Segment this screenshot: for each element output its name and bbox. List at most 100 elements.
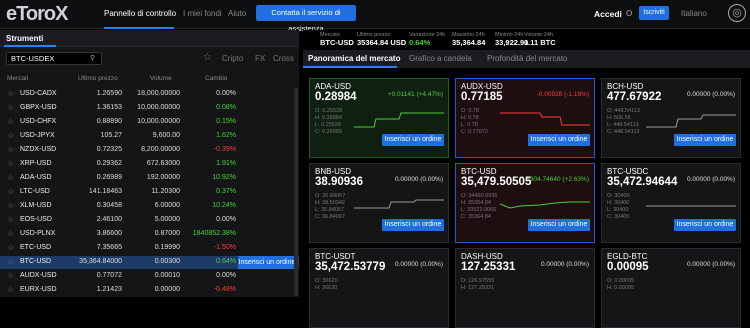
card-place-order-button[interactable]: Inserisci un ordine xyxy=(674,219,736,231)
contact-support-button[interactable]: Contatta il servizio di assistenza xyxy=(256,5,356,33)
market-symbol: ADA-USD xyxy=(20,174,52,181)
tab-candlestick[interactable]: Grafico a candela xyxy=(409,54,472,63)
col-change[interactable]: Cambio xyxy=(205,75,227,82)
search-input[interactable]: BTC-USDEX xyxy=(6,52,102,65)
market-row[interactable]: ☆ EOS-USD 2.46100 5.00000 0.00% xyxy=(0,214,299,227)
market-row[interactable]: ☆ LTC-USD 141.18463 11.20300 0.37% xyxy=(0,186,299,199)
market-card[interactable]: DASH-USD 127.25331 0.00000 (0.00%) O: 126.9… xyxy=(455,248,595,328)
market-row[interactable]: ☆ NZDX-USD 0.72325 8,200.00000 -0.39% xyxy=(0,144,299,157)
favorite-star-icon[interactable]: ☆ xyxy=(7,131,14,140)
market-card[interactable]: BNB-USD 38.90936 0.00000 (0.00%) O: 36.8406… xyxy=(309,163,449,243)
col-volume[interactable]: Volume xyxy=(150,75,172,82)
language-select[interactable]: Italiano xyxy=(681,9,707,18)
market-change: -1.50% xyxy=(213,244,236,251)
market-row[interactable]: ☆ USD-CADX 1.26590 18,000.00000 0.00% xyxy=(0,88,299,101)
favorite-star-icon[interactable]: ☆ xyxy=(7,103,14,112)
col-markets[interactable]: Mercati xyxy=(7,75,28,82)
nav-my-funds[interactable]: I miei fondi xyxy=(183,9,222,18)
card-stat: H: 127.25331 xyxy=(461,285,495,291)
favorite-star-icon[interactable]: ☆ xyxy=(7,285,14,294)
place-order-button[interactable]: Inserisci un ordine xyxy=(238,256,296,269)
market-row[interactable]: ☆ USD-JPYX 105.27 9,600.00 1.62% xyxy=(0,130,299,143)
market-row[interactable]: ☆ BTC-USD 35,364.84000 0.00300 0.64% Inserisc… xyxy=(0,256,299,269)
ticker-market: BTC-USD xyxy=(320,38,354,47)
card-place-order-button[interactable]: Inserisci un ordine xyxy=(382,134,444,146)
market-row[interactable]: ☆ GBPX-USD 1.36153 10,000.00000 0.08% xyxy=(0,102,299,115)
market-row[interactable]: ☆ USD-PLNX 3.86600 0.87000 1840852.38% xyxy=(0,228,299,241)
card-stat: O: 126.97555 xyxy=(461,278,495,284)
card-stat: O: 0.00095 xyxy=(607,278,635,284)
favorite-star-icon[interactable]: ☆ xyxy=(7,117,14,126)
market-volume: 9,600.00 xyxy=(152,132,180,139)
col-last-price[interactable]: Ultimo prezzo xyxy=(78,75,118,82)
card-place-order-button[interactable]: Inserisci un ordine xyxy=(382,219,444,231)
nav-dashboard[interactable]: Pannello di controllo xyxy=(104,9,176,18)
market-change: 0.00% xyxy=(216,216,236,223)
card-stat: L: 30400 xyxy=(607,207,629,213)
market-row[interactable]: ☆ XLM-USD 0.30458 6.00000 10.24% xyxy=(0,200,299,213)
favorite-star-icon[interactable]: ☆ xyxy=(7,145,14,154)
instruments-header: Strumenti xyxy=(0,30,299,47)
market-volume: 0.00010 xyxy=(154,272,180,279)
favorite-star-icon[interactable]: ☆ xyxy=(7,187,14,196)
tab-crypto[interactable]: Cripto xyxy=(222,54,243,63)
tab-fx[interactable]: FX xyxy=(255,54,265,63)
market-row[interactable]: ☆ AUDX-USD 0.77072 0.00010 0.00% xyxy=(0,270,299,283)
favorites-star-icon[interactable]: ☆ xyxy=(203,52,212,63)
market-symbol: XRP-USD xyxy=(20,160,52,167)
favorite-star-icon[interactable]: ☆ xyxy=(7,159,14,168)
search-icon[interactable]: ⚲ xyxy=(90,54,95,62)
favorite-star-icon[interactable]: ☆ xyxy=(7,271,14,280)
market-change: 0.15% xyxy=(216,118,236,125)
favorite-star-icon[interactable]: ☆ xyxy=(7,257,14,266)
market-card[interactable]: EGLD-BTC 0.00095 0.00000 (0.00%) O: 0.00095… xyxy=(601,248,741,328)
signup-button[interactable]: Iscriviti xyxy=(639,6,669,20)
etoro-logo[interactable]: eToroX xyxy=(6,3,68,26)
favorite-star-icon[interactable]: ☆ xyxy=(7,201,14,210)
instruments-panel: Strumenti BTC-USDEX ⚲ ☆ Cripto FX Cross … xyxy=(0,30,299,297)
market-row[interactable]: ☆ ETC-USD 7.35665 0.19990 -1.50% xyxy=(0,242,299,255)
tab-market-overview[interactable]: Panoramica del mercato xyxy=(308,54,400,63)
card-stat: H: 38.50342 xyxy=(315,200,345,206)
card-place-order-button[interactable]: Inserisci un ordine xyxy=(528,134,590,146)
globe-icon[interactable]: ◎ xyxy=(728,4,746,22)
market-change: -0.39% xyxy=(213,146,236,153)
favorite-star-icon[interactable]: ☆ xyxy=(7,243,14,252)
market-volume: 0.00000 xyxy=(154,286,180,293)
markets-scrollbar[interactable] xyxy=(294,88,298,296)
card-stat: H: 36620 xyxy=(315,285,338,291)
market-card[interactable]: BCH-USD 477.67922 0.00000 (0.00%) O: 448.54… xyxy=(601,78,741,158)
market-row[interactable]: ☆ ADA-USD 0.26989 192.00000 10.92% xyxy=(0,172,299,185)
market-card[interactable]: BTC-USDT 35,472.53779 0.00000 (0.00%) O: 36… xyxy=(309,248,449,328)
card-sparkline xyxy=(354,112,444,128)
nav-help[interactable]: Aiuto xyxy=(228,9,246,18)
favorite-star-icon[interactable]: ☆ xyxy=(7,89,14,98)
favorite-star-icon[interactable]: ☆ xyxy=(7,215,14,224)
favorite-star-icon[interactable]: ☆ xyxy=(7,173,14,182)
card-place-order-button[interactable]: Inserisci un ordine xyxy=(528,219,590,231)
card-symbol: DASH-USD xyxy=(461,252,503,261)
card-stat: L: 0.78 xyxy=(461,122,478,128)
card-change: 0.00000 (0.00%) xyxy=(686,261,735,268)
ticker-high: 35,364.84 xyxy=(452,38,486,47)
market-card[interactable]: BTC-USDC 35,472.94644 0.00000 (0.00%) O: 30… xyxy=(601,163,741,243)
market-row[interactable]: ☆ USD-CHFX 0.88890 10,000.00000 0.15% xyxy=(0,116,299,129)
market-symbol: USD-CHFX xyxy=(20,118,57,125)
market-row[interactable]: ☆ EURX-USD 1.21423 0.00000 -0.48% xyxy=(0,284,299,297)
card-sparkline xyxy=(646,205,736,207)
tab-cross[interactable]: Cross xyxy=(273,54,294,63)
card-place-order-button[interactable]: Inserisci un ordine xyxy=(674,134,736,146)
market-price: 0.88890 xyxy=(96,118,122,125)
market-card[interactable]: ADA-USD 0.28984 +0.01141 (+4.47%) O: 0.2552… xyxy=(309,78,449,158)
market-card[interactable]: AUDX-USD 0.77185 -0.00928 (-1.19%) O: 0.78 H… xyxy=(455,78,595,158)
favorite-star-icon[interactable]: ☆ xyxy=(7,229,14,238)
card-stat: O: 0.78 xyxy=(461,108,480,114)
or-text: O xyxy=(626,9,633,18)
market-price: 141.18463 xyxy=(88,188,122,195)
market-change: -0.48% xyxy=(213,286,236,293)
tab-market-depth[interactable]: Profondità del mercato xyxy=(487,54,568,63)
card-price: 35,472.53779 xyxy=(315,261,386,273)
login-link[interactable]: Accedi xyxy=(594,9,622,19)
market-row[interactable]: ☆ XRP-USD 0.29362 672.63000 1.91% xyxy=(0,158,299,171)
market-card[interactable]: BTC-USD 35,479.50505 +904.74640 (+2.63%) O:… xyxy=(455,163,595,243)
